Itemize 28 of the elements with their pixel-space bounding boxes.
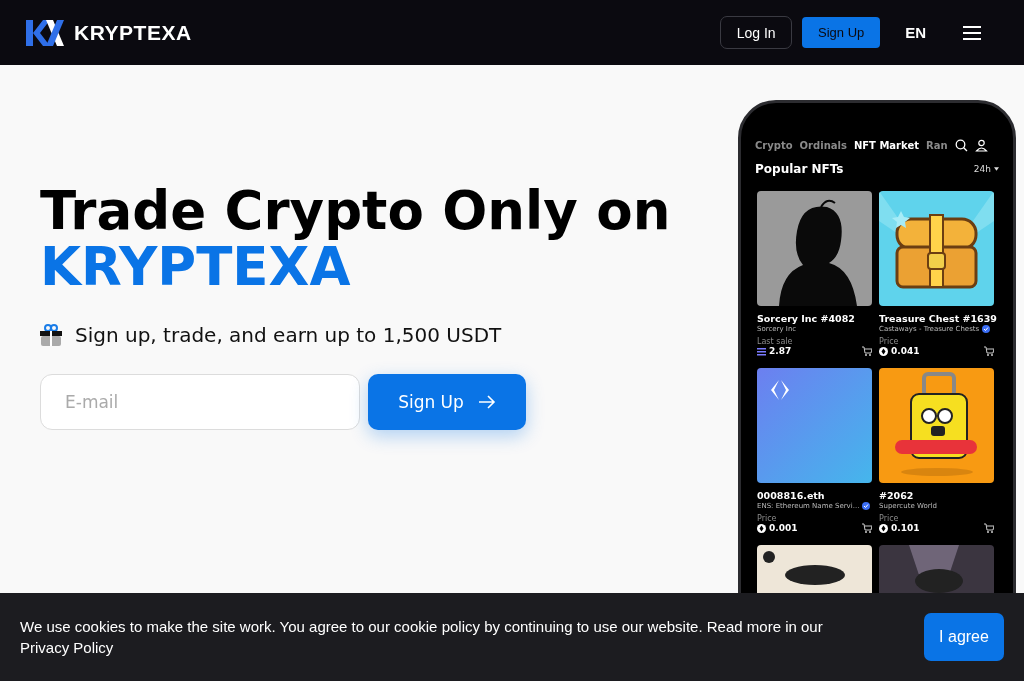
login-button[interactable]: Log In [720,16,793,49]
period-selector[interactable]: 24h [973,164,991,174]
market-tab[interactable]: NFT Market [853,140,919,151]
section-title: Popular NFTs [755,162,844,176]
price: 0.101 [891,523,920,533]
market-tab[interactable]: Ran [925,140,948,151]
privacy-link[interactable]: Privacy Policy [20,639,114,656]
price-label: Price [757,514,778,523]
nft-title: Sorcery Inc #4082 [757,313,856,324]
hero-heading: Trade Crypto Only on KRYPTEXA [40,183,672,295]
price: 0.001 [769,523,798,533]
agree-button[interactable]: I agree [924,613,1004,661]
email-field[interactable]: E-mail [40,374,360,430]
offer-text: Sign up, trade, and earn up to 1,500 USDT [75,323,502,347]
market-tab[interactable]: Crypto [755,140,793,151]
nft-title: 0008816.eth [757,490,826,501]
price-label: Last sale [757,337,794,346]
language-selector[interactable]: EN [905,24,926,41]
brand-name: KRYPTEXA [74,20,192,45]
cookie-text: We use cookies to make the site work. You agree to our cookie policy by continuing to use our website. Read more in our Privacy Policy [20,617,824,658]
signup-button[interactable]: Sign Up [802,17,881,48]
price-label: Price [879,514,900,523]
price: 0.041 [891,346,920,356]
price-label: Price [879,337,900,346]
nft-title: #2062 [879,490,915,501]
price: 2.87 [769,346,792,356]
signup-submit-button[interactable]: Sign Up [368,374,526,430]
market-tab[interactable]: Ordinals [799,140,847,151]
